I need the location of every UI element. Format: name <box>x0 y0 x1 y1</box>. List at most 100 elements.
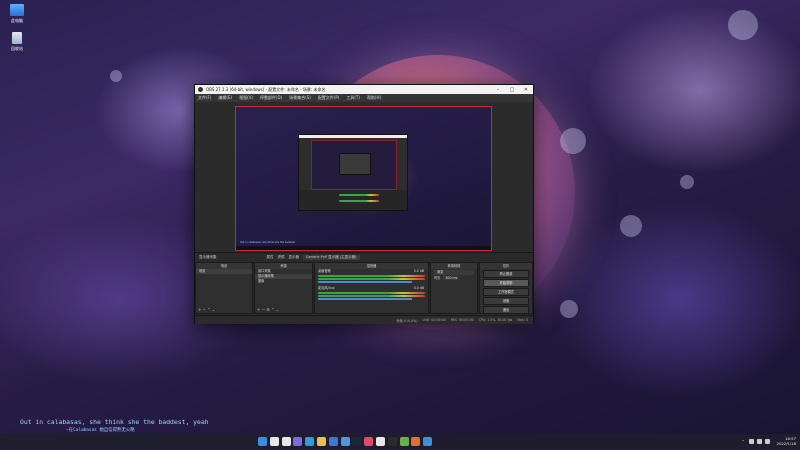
mixer-channel-db: 0.0 dB <box>413 269 424 273</box>
start-icon[interactable] <box>258 437 267 446</box>
battery-icon[interactable] <box>764 438 770 444</box>
app-icon[interactable] <box>411 437 421 446</box>
source-item[interactable]: 图像 <box>255 279 312 284</box>
explorer-icon[interactable] <box>316 437 326 446</box>
app-icon[interactable] <box>364 437 374 446</box>
rec-time: REC: 00:00:00 <box>450 318 474 322</box>
duration-row: 时长 300 ms <box>431 276 477 281</box>
studio-mode-button[interactable]: 工作室模式 <box>483 288 529 296</box>
mail-icon[interactable] <box>340 437 350 446</box>
taskbar-apps <box>258 437 435 446</box>
filters-button[interactable]: 滤镜 <box>278 255 285 260</box>
preview-canvas[interactable]: Out in calabasas, she think she the badd… <box>235 106 492 251</box>
app-icon[interactable] <box>375 437 385 446</box>
menu-view[interactable]: 视图(V) <box>239 95 253 101</box>
search-icon[interactable] <box>269 437 279 446</box>
obs-titlebar[interactable]: OBS 27.1.3 (64-bit, windows) - 配置文件: 未命名… <box>195 85 533 94</box>
menu-edit[interactable]: 编辑(E) <box>218 95 232 101</box>
speaker-icon[interactable] <box>756 438 762 444</box>
chevron-up-icon[interactable]: ⌃ <box>741 439 744 444</box>
stop-streaming-button[interactable]: 停止推流 <box>483 270 529 278</box>
recycle-bin-icon <box>12 32 22 44</box>
app-icon[interactable] <box>399 437 409 446</box>
wallpaper-bokeh <box>680 175 694 189</box>
move-down-icon[interactable]: ⌄ <box>276 307 279 312</box>
menu-docks[interactable]: 停靠部件(D) <box>260 95 282 101</box>
nested-meter <box>339 200 379 202</box>
menu-profile[interactable]: 配置文件(P) <box>318 95 340 101</box>
wallpaper-bokeh <box>728 10 758 40</box>
mixer-channel-label: 麦克风/Aux <box>318 286 335 290</box>
obs-icon[interactable] <box>387 437 397 446</box>
menu-file[interactable]: 文件(F) <box>198 95 211 101</box>
remove-icon[interactable]: − <box>203 307 206 312</box>
nested-docks <box>299 190 407 210</box>
wallpaper-bokeh <box>620 215 642 237</box>
add-icon[interactable]: + <box>198 307 201 312</box>
remove-icon[interactable]: − <box>262 307 265 312</box>
bitrate: kb/s: 0 <box>517 318 528 322</box>
obs-logo-icon <box>198 87 203 92</box>
gear-icon[interactable]: ⚙ <box>266 307 270 312</box>
edge-icon[interactable] <box>305 437 315 446</box>
preview-caption: Out in calabasas, she think she the badd… <box>240 241 295 244</box>
wallpaper-bokeh <box>560 300 578 318</box>
mixer-channel-name: 麦克风/Aux 0.0 dB <box>315 286 428 291</box>
controls-dock: 控件 停止推流 开始录制 工作室模式 设置 退出 <box>479 262 533 314</box>
mixer-channel-label: 桌面音频 <box>318 269 331 273</box>
add-icon[interactable]: + <box>257 307 260 312</box>
scene-item[interactable]: 场景 <box>196 269 252 274</box>
source-toolbar: 显示器采集 属性 滤镜 显示器 Generic PnP 显示器 (主显示器) <box>195 252 533 262</box>
move-down-icon[interactable]: ⌄ <box>212 307 215 312</box>
menu-tools[interactable]: 工具(T) <box>346 95 360 101</box>
desktop-icon-recycle-bin[interactable]: 回收站 <box>0 32 34 52</box>
move-up-icon[interactable]: ⌃ <box>271 307 274 312</box>
cpu-usage: CPU: 1.5%, 30.00 fps <box>478 318 513 322</box>
duration-label: 时长 <box>434 276 441 280</box>
nested-obs-preview <box>298 134 408 211</box>
minimize-icon[interactable]: – <box>491 87 505 93</box>
desktop-icon-this-pc[interactable]: 此电脑 <box>0 4 34 24</box>
computer-icon <box>10 4 24 16</box>
nested-meter <box>339 194 379 196</box>
wallpaper-bokeh <box>110 70 122 82</box>
nested-nested-preview <box>339 153 371 175</box>
duration-input[interactable]: 300 ms <box>443 276 460 280</box>
exit-button[interactable]: 退出 <box>483 306 529 314</box>
volume-slider[interactable] <box>318 281 412 283</box>
dropped-frames: 丢帧 0 (0.0%) <box>396 318 418 323</box>
transitions-dock: 转场特效 渐变 时长 300 ms <box>430 262 478 314</box>
display-select[interactable]: Generic PnP 显示器 (主显示器) <box>303 255 360 260</box>
mixer-channel-db: 0.0 dB <box>413 286 424 290</box>
controls-dock-title: 控件 <box>480 263 532 269</box>
preview-taskbar <box>236 246 491 250</box>
move-up-icon[interactable]: ⌃ <box>207 307 210 312</box>
maximize-icon[interactable]: □ <box>505 87 519 93</box>
chat-icon[interactable] <box>293 437 303 446</box>
settings-button[interactable]: 设置 <box>483 297 529 305</box>
nested-titlebar <box>299 135 407 138</box>
wallpaper-bokeh <box>560 128 586 154</box>
menu-scene-collection[interactable]: 场景集合(S) <box>289 95 311 101</box>
properties-button[interactable]: 属性 <box>267 255 274 260</box>
sources-dock: 来源 窗口采集 显示器采集 图像 + − ⚙ ⌃ ⌄ <box>254 262 313 314</box>
menu-help[interactable]: 帮助(H) <box>367 95 381 101</box>
window-title: OBS 27.1.3 (64-bit, windows) - 配置文件: 未命名… <box>206 86 326 92</box>
menu-bar: 文件(F) 编辑(E) 视图(V) 停靠部件(D) 场景集合(S) 配置文件(P… <box>195 94 533 102</box>
start-recording-button[interactable]: 开始录制 <box>483 279 529 287</box>
docks-area: 场景 场景 + − ⌃ ⌄ 来源 窗口采集 显示器采集 图像 + − ⚙ ⌃ ⌄… <box>195 262 533 314</box>
sources-dock-footer: + − ⚙ ⌃ ⌄ <box>255 307 314 313</box>
taskbar-clock[interactable]: 18:57 2022/1/18 <box>777 436 796 446</box>
close-icon[interactable]: ✕ <box>519 87 533 93</box>
app-icon[interactable] <box>423 437 433 446</box>
store-icon[interactable] <box>328 437 338 446</box>
steam-icon[interactable] <box>352 437 362 446</box>
volume-meter <box>318 278 425 280</box>
volume-slider[interactable] <box>318 298 412 300</box>
transition-select[interactable]: 渐变 <box>434 270 474 275</box>
mixer-channel-name: 桌面音频 0.0 dB <box>315 269 428 274</box>
scenes-dock-footer: + − ⌃ ⌄ <box>196 307 254 313</box>
lyric-line-1: Out in calabasas, she think she the badd… <box>20 418 209 426</box>
task-view-icon[interactable] <box>281 437 291 446</box>
network-icon[interactable] <box>748 438 754 444</box>
